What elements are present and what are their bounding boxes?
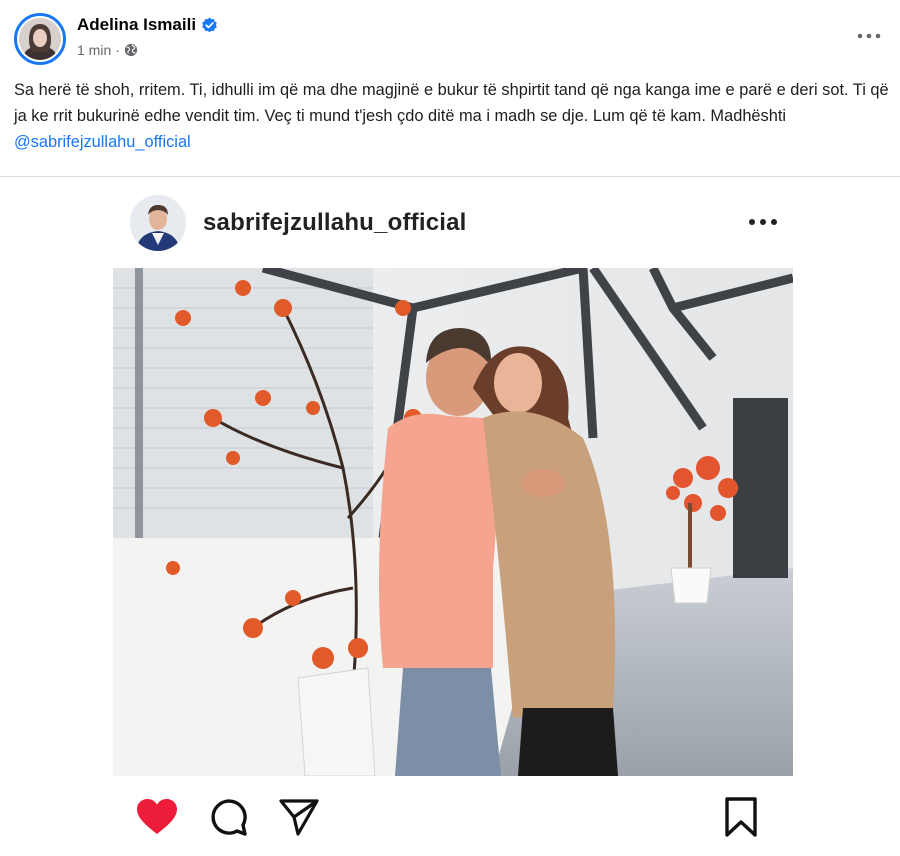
like-button[interactable] [135,795,179,839]
share-button[interactable] [277,795,321,839]
embed-header: sabrifejzullahu_official [130,193,790,253]
post-body: Sa herë të shoh, rritem. Ti, idhulli im … [14,81,889,125]
post-header: Adelina Ismaili 1 min · [14,13,886,65]
meta-separator: · [115,42,120,58]
post-text: Sa herë të shoh, rritem. Ti, idhulli im … [14,77,890,155]
embed-more-options-icon[interactable] [746,215,780,229]
send-icon [279,799,319,836]
embed-photo[interactable] [113,268,793,776]
bookmark-icon [725,797,757,837]
verified-badge-icon [202,17,217,32]
post-meta: 1 min · [77,42,138,58]
save-button[interactable] [719,795,763,839]
comment-icon [211,799,247,836]
embed-actions [113,795,793,845]
embed-avatar[interactable] [130,195,186,251]
mention-link[interactable]: @sabrifejzullahu_official [14,133,191,151]
post-timestamp[interactable]: 1 min [77,42,111,58]
more-options-icon[interactable] [854,25,884,47]
comment-button[interactable] [207,795,251,839]
globe-icon[interactable] [124,43,138,57]
divider [0,176,900,177]
author-avatar[interactable] [14,13,66,65]
author-name[interactable]: Adelina Ismaili [77,15,196,35]
heart-icon [137,799,177,834]
embed-username[interactable]: sabrifejzullahu_official [203,209,467,237]
